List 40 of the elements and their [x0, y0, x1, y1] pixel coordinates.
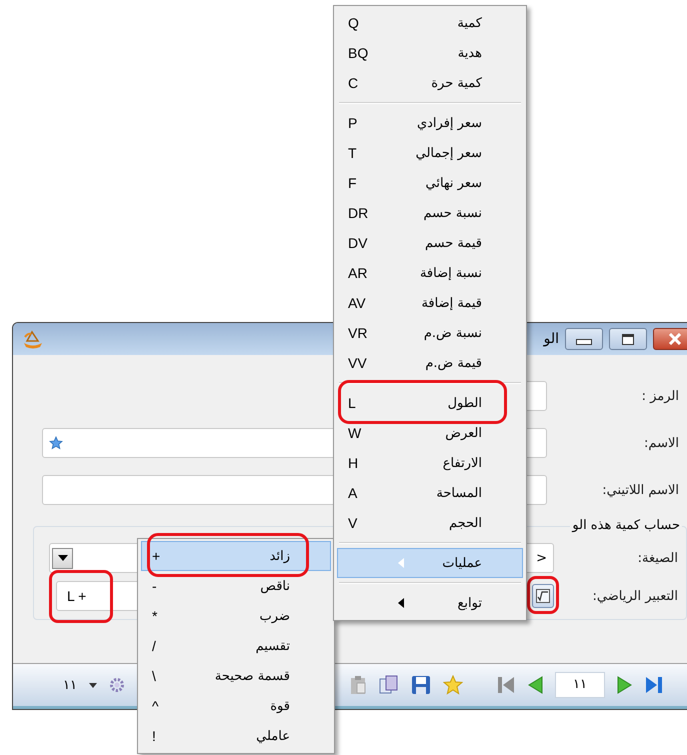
gear-icon[interactable]	[108, 677, 125, 693]
submenu-arrow-icon	[398, 558, 404, 568]
submenu-item[interactable]: توابع	[337, 588, 523, 618]
window-title: الو	[544, 331, 559, 347]
minimize-button[interactable]	[565, 328, 603, 350]
menu-item[interactable]: قوة ^	[141, 691, 331, 721]
formula-icon	[536, 589, 550, 603]
field-label: الصيغة:	[636, 550, 678, 566]
maximize-icon	[622, 334, 634, 344]
field-label: الاسم اللاتيني:	[601, 482, 679, 498]
submenu-arrow-icon	[398, 598, 404, 608]
group-caption: حساب كمية هذه الو	[570, 518, 682, 533]
menu-item[interactable]: زائد +	[141, 541, 331, 571]
first-record-icon[interactable]	[496, 675, 515, 695]
menu-item[interactable]: تقسيم /	[141, 631, 331, 661]
field-label: التعبير الرياضي:	[592, 588, 678, 604]
submenu-item[interactable]: عمليات	[337, 548, 523, 578]
minimize-icon	[576, 339, 592, 345]
menu-item[interactable]: عاملي !	[141, 721, 331, 751]
menu-item[interactable]: ناقص -	[141, 571, 331, 601]
previous-icon[interactable]	[526, 675, 543, 695]
menu-item[interactable]: ضرب *	[141, 601, 331, 631]
formula-button[interactable]	[532, 584, 554, 608]
field-label: الاسم:	[643, 436, 679, 450]
last-record-icon[interactable]	[644, 675, 663, 695]
field-label: الرمز :	[640, 388, 679, 404]
star-icon[interactable]	[442, 675, 463, 695]
paste-icon[interactable]	[348, 675, 367, 695]
maximize-button[interactable]	[609, 328, 647, 350]
save-icon[interactable]	[410, 675, 431, 695]
copy-icon[interactable]	[378, 675, 399, 695]
next-icon[interactable]	[616, 675, 633, 695]
close-button[interactable]	[653, 328, 687, 350]
menu-item[interactable]: قسمة صحيحة \	[141, 661, 331, 691]
caret-icon[interactable]	[88, 682, 97, 688]
app-icon	[21, 328, 45, 350]
record-number-field[interactable]: ١١	[554, 672, 605, 698]
record-count: ١١	[63, 678, 77, 692]
star-icon	[49, 436, 63, 450]
close-icon	[668, 333, 682, 345]
